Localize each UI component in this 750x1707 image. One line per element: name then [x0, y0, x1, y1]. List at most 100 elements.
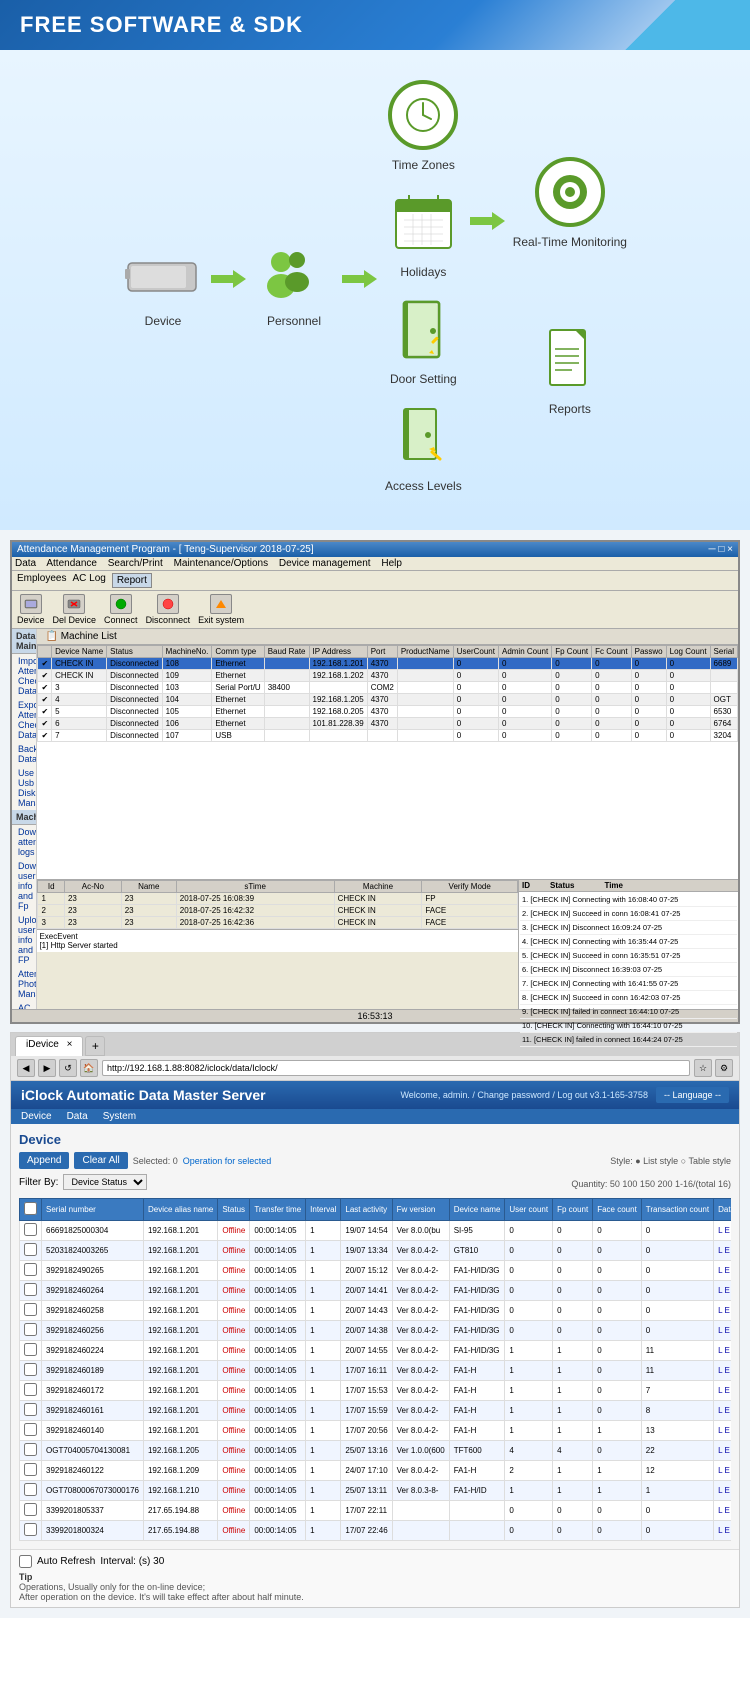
row-checkbox[interactable]	[24, 1303, 37, 1316]
row-checkbox[interactable]	[24, 1483, 37, 1496]
toolbar-exit[interactable]: Exit system	[198, 594, 244, 625]
sidebar-item-import[interactable]: Import Attendance Checking Data	[12, 654, 36, 698]
operation-button[interactable]: Operation for selected	[183, 1156, 272, 1166]
iclock-device-row[interactable]: 66691825000304 192.168.1.201 Offline 00:…	[20, 1221, 732, 1241]
menu-device[interactable]: Device management	[279, 558, 371, 569]
amp-log-row[interactable]: 1 23 23 2018-07-25 16:08:39 CHECK IN FP	[38, 893, 518, 905]
new-tab-button[interactable]: +	[85, 1036, 105, 1056]
nav-data[interactable]: Data	[67, 1111, 88, 1122]
amp-log-row[interactable]: 3 23 23 2018-07-25 16:42:36 CHECK IN FAC…	[38, 917, 518, 929]
iclock-device-row[interactable]: 3929182460161 192.168.1.201 Offline 00:0…	[20, 1401, 732, 1421]
toolbar-connect[interactable]: Connect	[104, 594, 138, 625]
amp-device-row[interactable]: ✔ 4 Disconnected 104 Ethernet 192.168.1.…	[38, 694, 738, 706]
toolbar-del-device[interactable]: Del Device	[53, 594, 97, 625]
sidebar-item-download-att[interactable]: Download attendance logs	[12, 825, 36, 859]
sidebar-item-usb[interactable]: Use Usb Disk Manage	[12, 766, 36, 810]
row-checkbox[interactable]	[24, 1283, 37, 1296]
amp-device-row[interactable]: ✔ CHECK IN Disconnected 108 Ethernet 192…	[38, 658, 738, 670]
nav-system[interactable]: System	[103, 1111, 136, 1122]
amp-device-row[interactable]: ✔ CHECK IN Disconnected 109 Ethernet 192…	[38, 670, 738, 682]
flow-item-device: Device	[123, 246, 203, 328]
row-checkbox[interactable]	[24, 1323, 37, 1336]
auto-refresh-checkbox[interactable]	[19, 1555, 32, 1568]
home-button[interactable]: 🏠	[80, 1059, 98, 1077]
sidebar-section-machine[interactable]: Machine×	[12, 810, 36, 825]
refresh-button[interactable]: ↺	[59, 1059, 77, 1077]
amp-right-panel: IDStatusTime 1. [CHECK IN] Connecting wi…	[518, 880, 738, 1009]
iclock-device-row[interactable]: 3929182460122 192.168.1.209 Offline 00:0…	[20, 1461, 732, 1481]
iclock-browser-bar: ◀ ▶ ↺ 🏠 http://192.168.1.88:8082/iclock/…	[11, 1056, 739, 1081]
iclock-device-row[interactable]: 3929182460264 192.168.1.201 Offline 00:0…	[20, 1281, 732, 1301]
nav-device[interactable]: Device	[21, 1111, 52, 1122]
settings-icon[interactable]: ⚙	[715, 1059, 733, 1077]
sidebar-item-ac[interactable]: AC Manage	[12, 1001, 36, 1009]
append-button[interactable]: Append	[19, 1152, 69, 1169]
iclock-device-row[interactable]: 3929182490265 192.168.1.201 Offline 00:0…	[20, 1261, 732, 1281]
amp-device-row[interactable]: ✔ 7 Disconnected 107 USB 0 0 0 0 0 0 320…	[38, 730, 738, 742]
row-checkbox[interactable]	[24, 1343, 37, 1356]
iclock-device-row[interactable]: 3929182460256 192.168.1.201 Offline 00:0…	[20, 1321, 732, 1341]
close-tab-icon[interactable]: ×	[67, 1039, 73, 1050]
menu-data[interactable]: Data	[15, 558, 36, 569]
menu-help[interactable]: Help	[381, 558, 402, 569]
amp-device-row[interactable]: ✔ 3 Disconnected 103 Serial Port/U 38400…	[38, 682, 738, 694]
menu-search[interactable]: Search/Print	[108, 558, 163, 569]
sidebar-item-upload-user[interactable]: Upload user info and FP	[12, 913, 36, 967]
language-button[interactable]: -- Language --	[656, 1087, 729, 1103]
iclock-device-row[interactable]: 3929182460189 192.168.1.201 Offline 00:0…	[20, 1361, 732, 1381]
row-checkbox[interactable]	[24, 1523, 37, 1536]
sidebar-section-data[interactable]: Data Maintenance×	[12, 629, 36, 654]
browser-tab-idevice[interactable]: iDevice ×	[15, 1036, 83, 1056]
flow-item-access: Access Levels	[385, 401, 462, 493]
iclock-header-right: Welcome, admin. / Change password / Log …	[400, 1087, 729, 1103]
sidebar-item-backup[interactable]: Backup Database	[12, 742, 36, 766]
connect-icon	[110, 594, 132, 614]
iclock-device-row[interactable]: 3399201800324 217.65.194.88 Offline 00:0…	[20, 1521, 732, 1541]
iclock-device-row[interactable]: 3399201805337 217.65.194.88 Offline 00:0…	[20, 1501, 732, 1521]
row-checkbox[interactable]	[24, 1223, 37, 1236]
amp-device-row[interactable]: ✔ 5 Disconnected 105 Ethernet 192.168.0.…	[38, 706, 738, 718]
toolbar-disconnect[interactable]: Disconnect	[146, 594, 191, 625]
sidebar-item-photo[interactable]: Attendance Photo Management	[12, 967, 36, 1001]
sidebar-item-download-user[interactable]: Download user info and Fp	[12, 859, 36, 913]
forward-button[interactable]: ▶	[38, 1059, 56, 1077]
menu-maintenance[interactable]: Maintenance/Options	[174, 558, 269, 569]
filter-select[interactable]: Device Status	[63, 1174, 147, 1190]
row-checkbox[interactable]	[24, 1263, 37, 1276]
select-all-checkbox[interactable]	[24, 1202, 37, 1215]
toolbar-device[interactable]: Device	[17, 594, 45, 625]
row-checkbox[interactable]	[24, 1503, 37, 1516]
quantity-info: Quantity: 50 100 150 200 1-16/(total 16)	[571, 1179, 731, 1189]
amp-tab-machine-list[interactable]: 📋 Machine List	[37, 629, 738, 645]
iclock-device-row[interactable]: OGT704005704130081 192.168.1.205 Offline…	[20, 1441, 732, 1461]
row-checkbox[interactable]	[24, 1443, 37, 1456]
back-button[interactable]: ◀	[17, 1059, 35, 1077]
iclock-device-row[interactable]: 52031824003265 192.168.1.201 Offline 00:…	[20, 1241, 732, 1261]
iclock-device-row[interactable]: OGT70800067073000176 192.168.1.210 Offli…	[20, 1481, 732, 1501]
clear-all-button[interactable]: Clear All	[74, 1152, 127, 1169]
row-checkbox[interactable]	[24, 1423, 37, 1436]
menu-attendance[interactable]: Attendance	[46, 558, 97, 569]
row-checkbox[interactable]	[24, 1383, 37, 1396]
star-icon[interactable]: ☆	[694, 1059, 712, 1077]
amp-device-row[interactable]: ✔ 6 Disconnected 106 Ethernet 101.81.228…	[38, 718, 738, 730]
row-checkbox[interactable]	[24, 1243, 37, 1256]
amp-status-item: 11. [CHECK IN] failed in connect 16:44:2…	[520, 1033, 737, 1047]
url-bar[interactable]: http://192.168.1.88:8082/iclock/data/Icl…	[102, 1060, 690, 1076]
iclock-device-row[interactable]: 3929182460140 192.168.1.201 Offline 00:0…	[20, 1421, 732, 1441]
amp-main: 📋 Machine List Device Name Status Machin…	[37, 629, 738, 1009]
filter-row: Filter By: Device Status Quantity: 50 10…	[19, 1174, 731, 1194]
amp-log-row[interactable]: 2 23 23 2018-07-25 16:42:32 CHECK IN FAC…	[38, 905, 518, 917]
iclock-device-row[interactable]: 3929182460224 192.168.1.201 Offline 00:0…	[20, 1341, 732, 1361]
device-label: Device	[145, 314, 182, 328]
row-checkbox[interactable]	[24, 1403, 37, 1416]
row-checkbox[interactable]	[24, 1363, 37, 1376]
row-checkbox[interactable]	[24, 1463, 37, 1476]
style-toggle[interactable]: Style: ● List style ○ Table style	[610, 1156, 731, 1166]
iclock-device-row[interactable]: 3929182460172 192.168.1.201 Offline 00:0…	[20, 1381, 732, 1401]
device-icon	[20, 594, 42, 614]
iclock-device-row[interactable]: 3929182460258 192.168.1.201 Offline 00:0…	[20, 1301, 732, 1321]
iclock-filter: Filter By: Device Status	[19, 1174, 147, 1190]
sidebar-item-export[interactable]: Export Attendance Checking Data	[12, 698, 36, 742]
amp-menubar[interactable]: Data Attendance Search/Print Maintenance…	[12, 557, 738, 571]
